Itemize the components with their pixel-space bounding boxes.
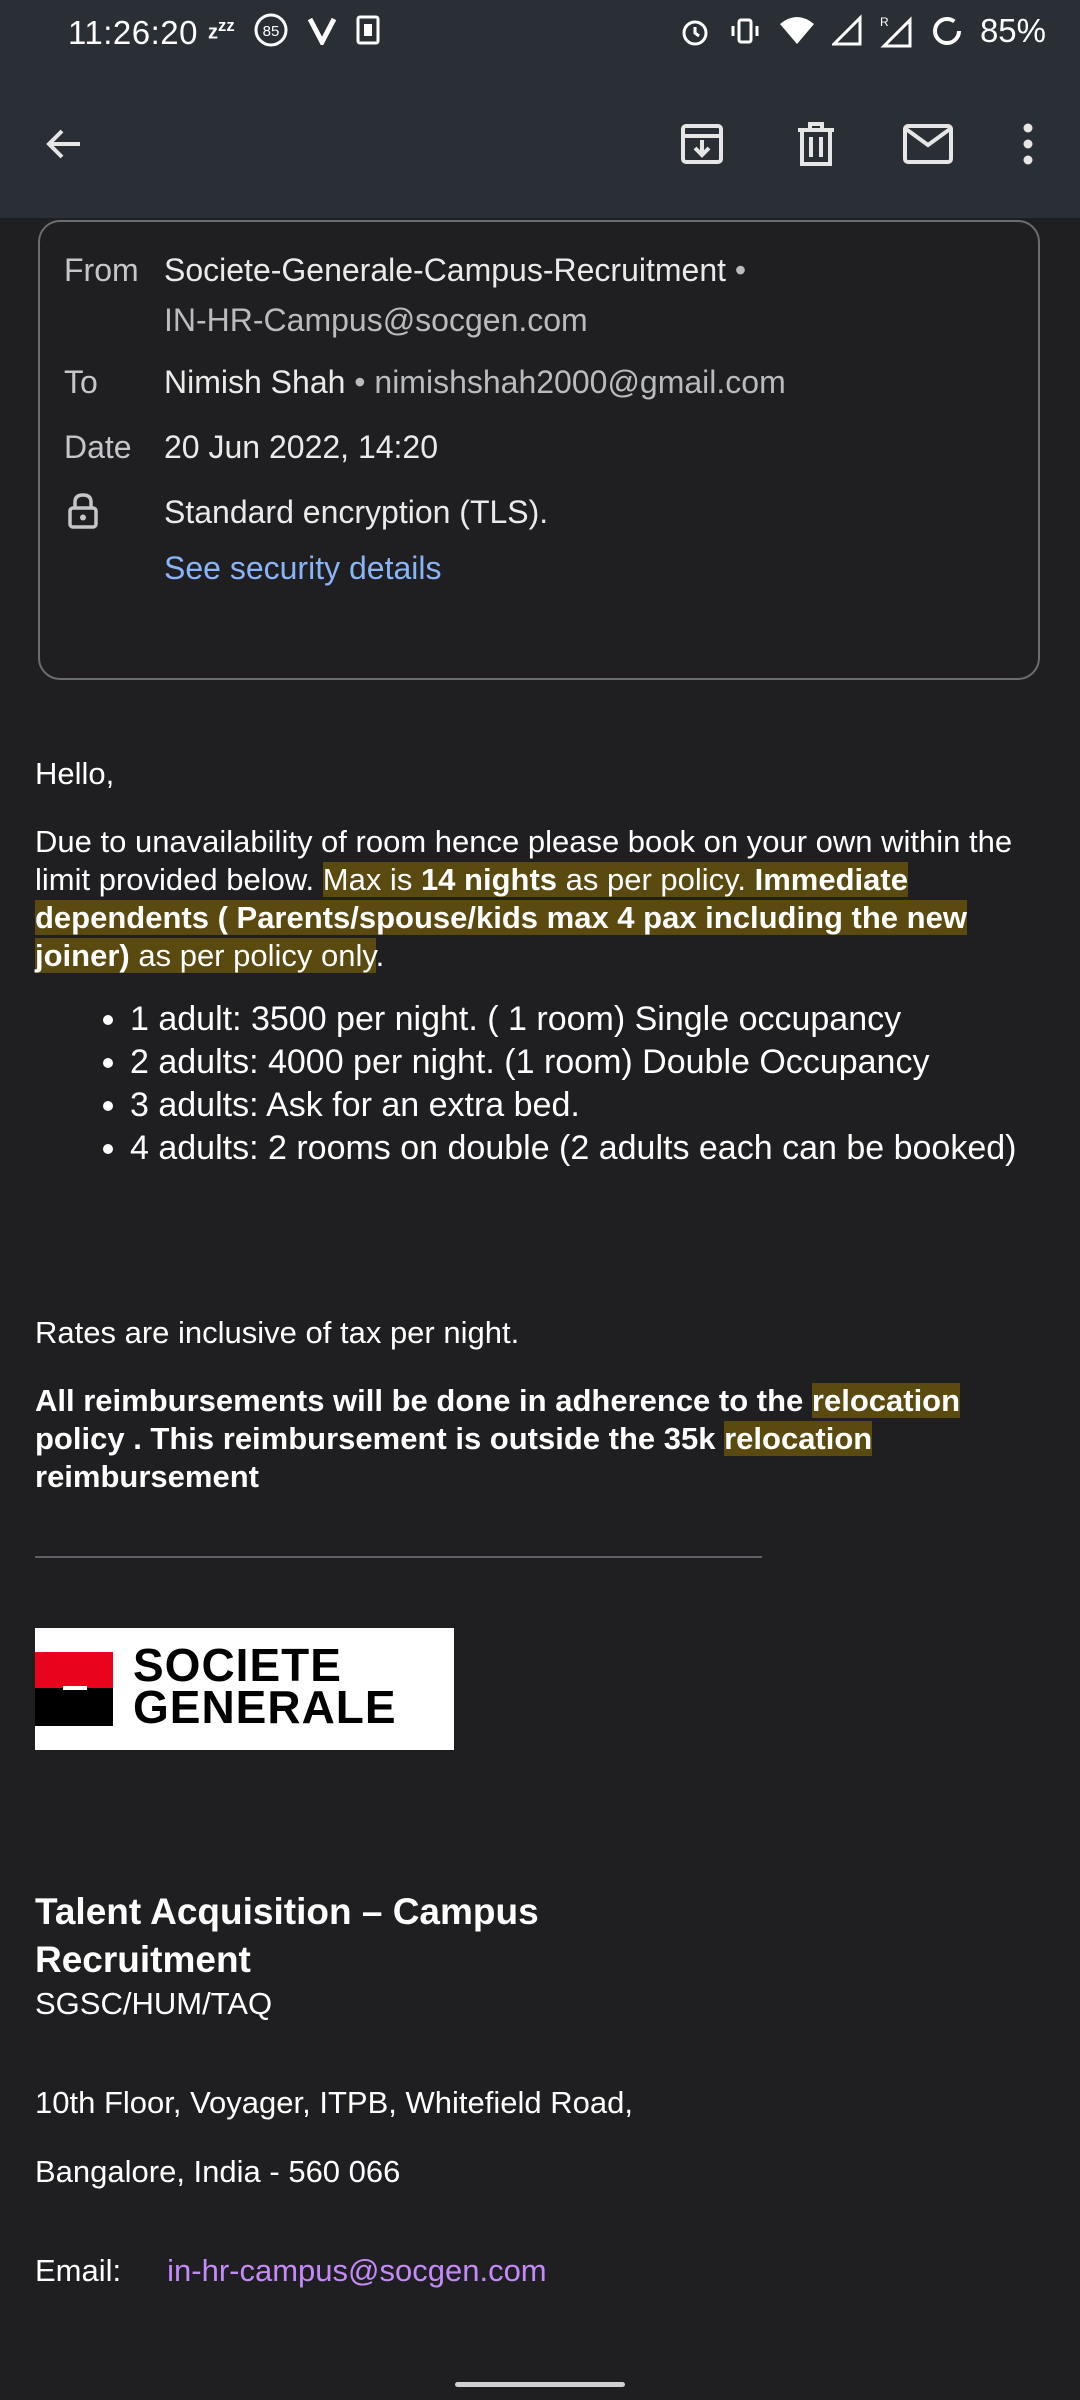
para-policy-only: as per policy only bbox=[129, 938, 376, 973]
logo-line-1: SOCIETE bbox=[133, 1639, 342, 1691]
delete-icon bbox=[798, 122, 834, 166]
occupancy-list: 1 adult: 3500 per night. ( 1 room) Singl… bbox=[50, 998, 1080, 1170]
reimbursement-note: All reimbursements will be done in adher… bbox=[35, 1382, 1045, 1496]
list-item: 1 adult: 3500 per night. ( 1 room) Singl… bbox=[130, 998, 1080, 1041]
signature-dept: SGSC/HUM/TAQ bbox=[35, 1986, 273, 2021]
greeting: Hello, bbox=[35, 756, 115, 791]
status-right-icons: R 85% bbox=[678, 12, 1046, 50]
from-name: Societe-Generale-Campus-Recruitment bbox=[164, 252, 726, 288]
from-value: Societe-Generale-Campus-Recruitment • bbox=[164, 252, 746, 289]
signature-divider bbox=[35, 1556, 762, 1558]
mark-unread-button[interactable] bbox=[896, 112, 960, 176]
para-nights: 14 nights bbox=[420, 862, 558, 897]
wifi-icon bbox=[779, 17, 814, 44]
list-item: 2 adults: 4000 per night. (1 room) Doubl… bbox=[130, 1041, 1080, 1084]
notification-85-icon: 85 bbox=[254, 13, 288, 47]
logo-line-2: GENERALE bbox=[133, 1681, 397, 1733]
to-label: To bbox=[64, 364, 98, 400]
status-left-icons: zzz 85 bbox=[208, 12, 381, 48]
more-vert-icon bbox=[1023, 123, 1033, 165]
signature-address-1: 10th Floor, Voyager, ITPB, Whitefield Ro… bbox=[35, 2085, 633, 2120]
status-time: 11:26:20 bbox=[68, 14, 199, 51]
back-button[interactable] bbox=[32, 112, 96, 176]
para-policy: as per policy. bbox=[557, 862, 755, 897]
list-item: 3 adults: Ask for an extra bed. bbox=[130, 1084, 1080, 1127]
reimb-text-c: reimbursement bbox=[35, 1459, 259, 1494]
signature-email-link[interactable]: in-hr-campus@socgen.com bbox=[167, 2253, 547, 2288]
logo-black-block bbox=[35, 1688, 113, 1726]
rates-note: Rates are inclusive of tax per night. bbox=[35, 1315, 520, 1350]
see-security-details-link[interactable]: See security details bbox=[164, 550, 441, 587]
back-arrow-icon bbox=[46, 129, 80, 159]
to-name: Nimish Shah bbox=[164, 364, 346, 400]
email-label: Email: bbox=[35, 2253, 122, 2288]
more-options-button[interactable] bbox=[996, 112, 1060, 176]
list-item: 4 adults: 2 rooms on double (2 adults ea… bbox=[130, 1127, 1080, 1170]
delete-button[interactable] bbox=[784, 112, 848, 176]
to-email: nimishshah2000@gmail.com bbox=[374, 364, 786, 400]
to-value: Nimish Shah • nimishshah2000@gmail.com bbox=[164, 364, 786, 401]
signal-icon bbox=[831, 14, 862, 46]
encryption-text: Standard encryption (TLS). bbox=[164, 494, 549, 530]
mark-unread-icon bbox=[903, 124, 953, 164]
vivaldi-v-icon bbox=[307, 17, 336, 45]
logo-red-block bbox=[35, 1652, 113, 1688]
signature-address-2: Bangalore, India - 560 066 bbox=[35, 2154, 401, 2189]
to-separator: • bbox=[345, 364, 375, 400]
from-separator: • bbox=[726, 252, 747, 288]
para-max: Max is bbox=[322, 862, 421, 897]
message-details-panel: From Societe-Generale-Campus-Recruitment… bbox=[38, 220, 1040, 680]
svg-text:R: R bbox=[880, 15, 889, 29]
logo-white-bar bbox=[63, 1686, 87, 1690]
status-bar: 11:26:20 zzz 85 R 85% bbox=[0, 0, 1080, 70]
sim-icon bbox=[356, 15, 380, 45]
date-value: 20 Jun 2022, 14:20 bbox=[164, 429, 439, 465]
vibrate-icon bbox=[731, 18, 759, 44]
signature-email-row: Email: in-hr-campus@socgen.com bbox=[35, 2253, 547, 2289]
battery-percentage: 85% bbox=[979, 12, 1046, 49]
archive-button[interactable] bbox=[670, 112, 734, 176]
para-period: . bbox=[375, 938, 385, 973]
bottom-nav-area bbox=[0, 2360, 1080, 2400]
body-paragraph: Due to unavailability of room hence plea… bbox=[35, 823, 1045, 975]
societe-generale-logo: SOCIETE GENERALE bbox=[35, 1628, 454, 1750]
lock-icon bbox=[68, 493, 98, 529]
date-label: Date bbox=[64, 429, 132, 465]
reimb-text-b: policy . This reimbursement is outside t… bbox=[35, 1421, 725, 1456]
battery-ring-icon bbox=[932, 17, 961, 45]
gesture-nav-handle[interactable] bbox=[455, 2382, 625, 2387]
email-toolbar bbox=[0, 70, 1080, 218]
signal-roaming-icon: R bbox=[880, 15, 912, 48]
reimb-highlight-1: relocation bbox=[811, 1383, 961, 1418]
archive-icon bbox=[681, 124, 723, 164]
from-email: IN-HR-Campus@socgen.com bbox=[164, 302, 588, 338]
logo-wordmark: SOCIETE GENERALE bbox=[133, 1639, 397, 1733]
from-label: From bbox=[64, 252, 139, 288]
alarm-icon bbox=[682, 20, 708, 46]
svg-text:85: 85 bbox=[262, 23, 279, 40]
reimb-text-a: All reimbursements will be done in adher… bbox=[35, 1383, 812, 1418]
signature-title: Talent Acquisition – Campus Recruitment bbox=[35, 1891, 539, 1980]
reimb-highlight-2: relocation bbox=[724, 1421, 873, 1456]
sleep-zzz-icon: zzz bbox=[208, 15, 235, 44]
